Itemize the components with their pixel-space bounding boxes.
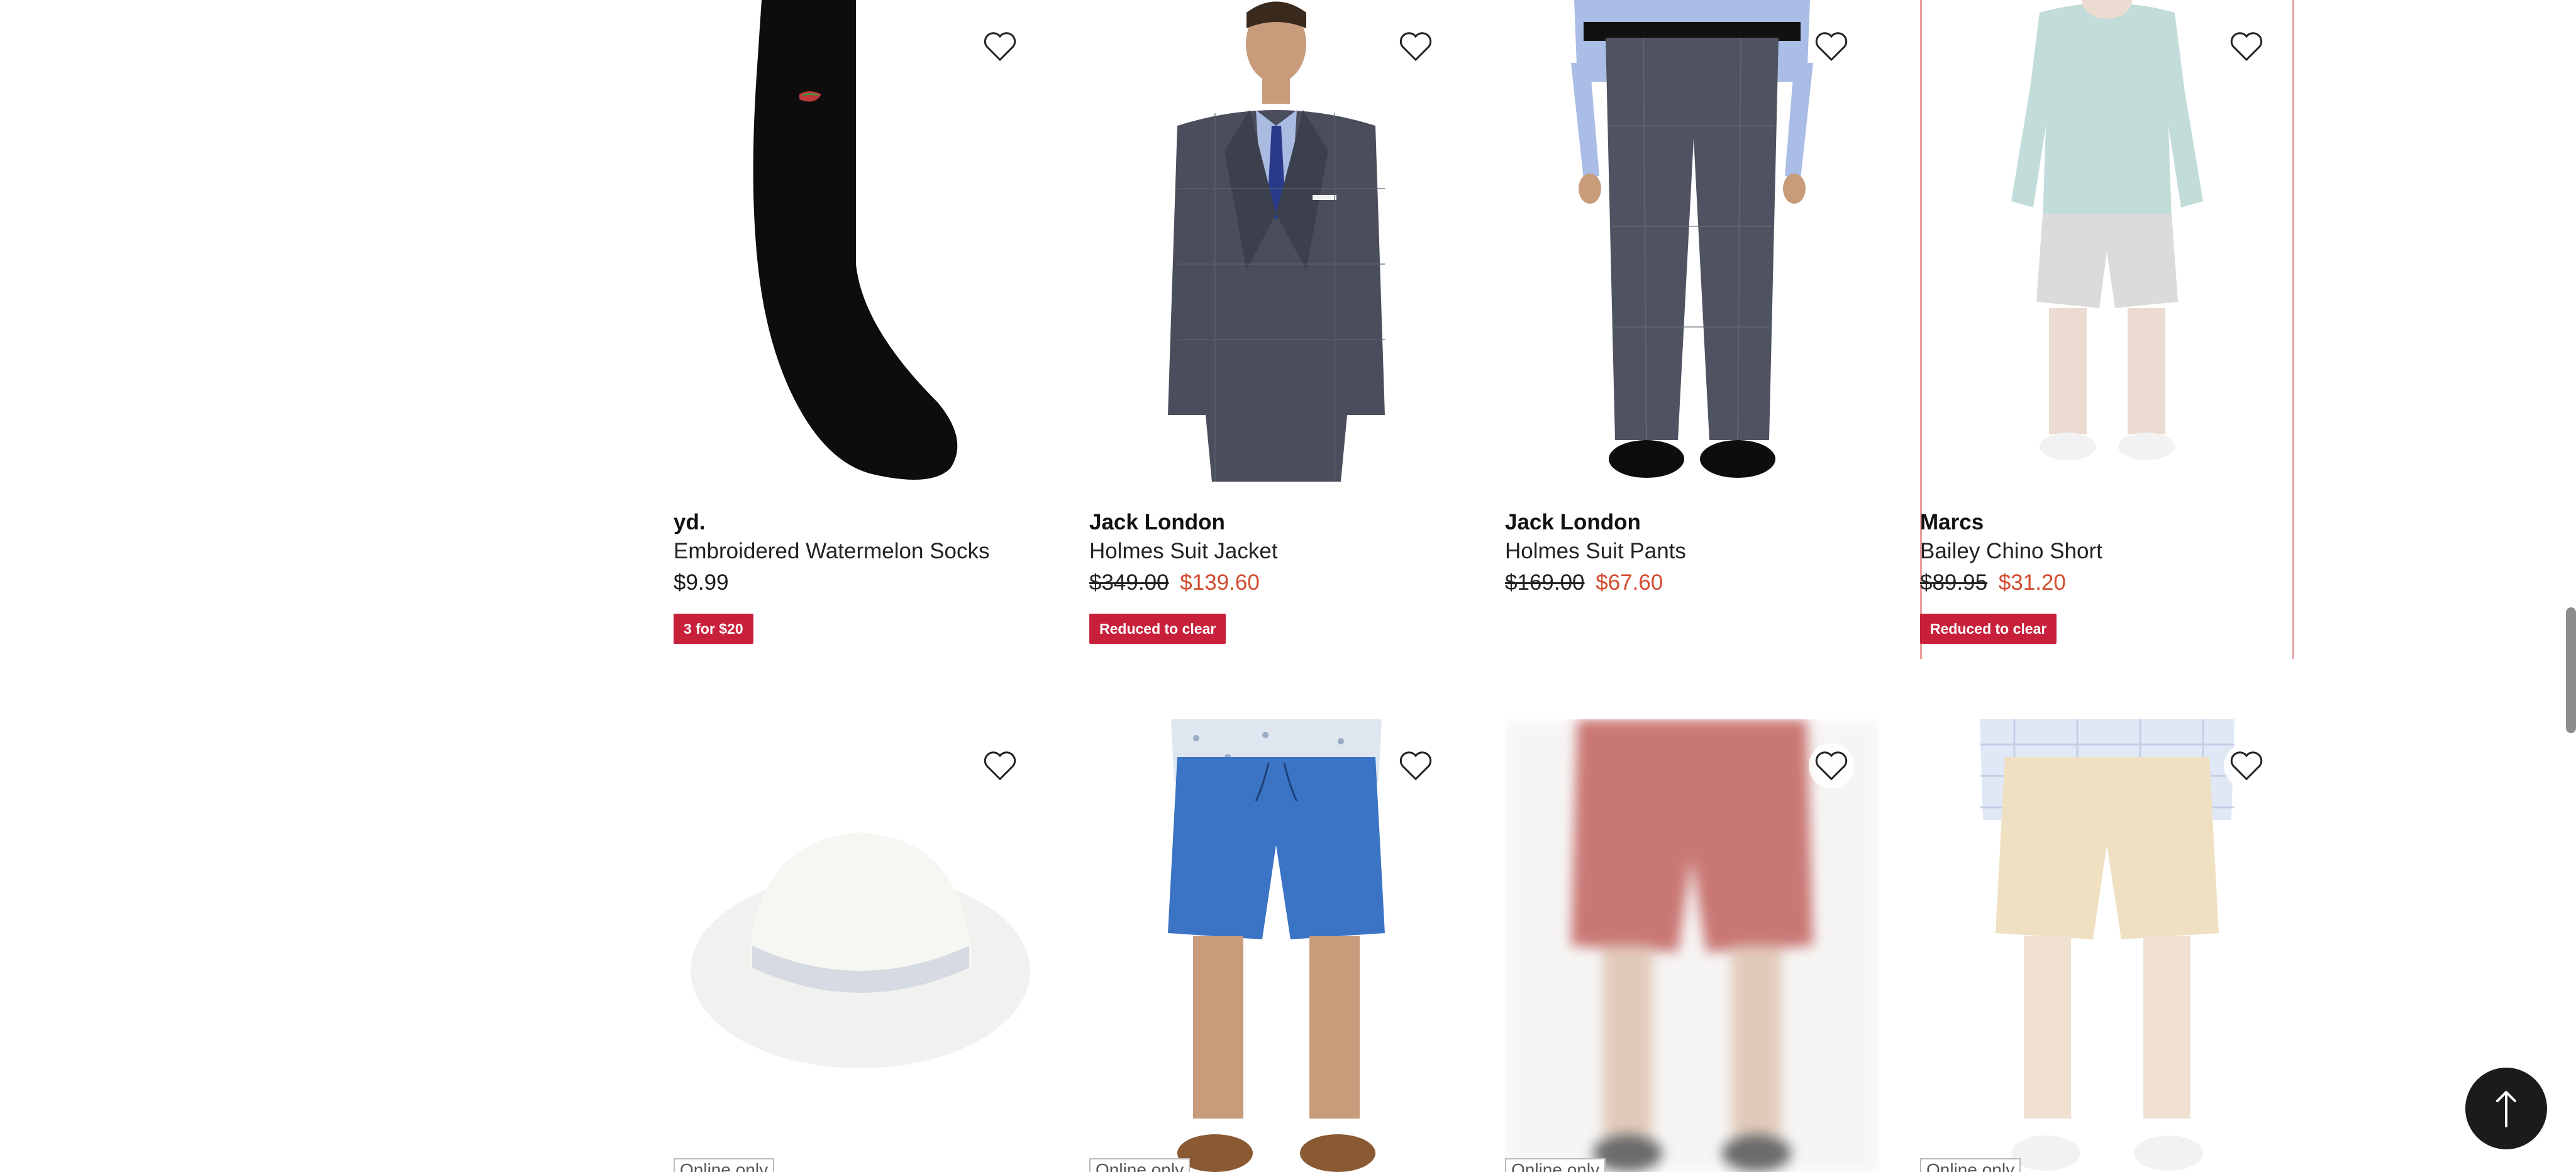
product-price-block: $89.95 $31.20 [1920,567,2294,599]
was-price: $89.95 [1920,570,1988,595]
wishlist-heart-icon[interactable] [977,24,1023,69]
product-brand[interactable]: Jack London [1505,508,1879,537]
wishlist-heart-icon[interactable] [2224,743,2269,788]
promo-badge: 3 for $20 [674,614,753,644]
sale-price: $67.60 [1596,570,1663,595]
product-info: Marcs Bailey Chino Short $89.95 $31.20 R… [1920,508,2294,644]
chino-short-image [2011,0,2203,460]
product-card[interactable]: Online only [1920,719,2294,1172]
wishlist-heart-icon[interactable] [1809,24,1854,69]
product-price-block: $9.99 [674,567,1048,599]
product-card[interactable]: Marcs Bailey Chino Short $89.95 $31.20 R… [1920,0,2294,659]
blue-shorts-image [1168,719,1385,1172]
product-brand[interactable]: yd. [674,508,1048,537]
product-price: $9.99 [674,570,729,595]
product-brand[interactable]: Jack London [1089,508,1463,537]
product-image[interactable] [674,0,1048,482]
product-card[interactable]: Jack London Holmes Suit Jacket $349.00 $… [1089,0,1463,659]
wishlist-heart-icon[interactable] [1809,743,1854,788]
wishlist-heart-icon[interactable] [2224,24,2269,69]
product-image[interactable] [1089,0,1463,482]
product-brand[interactable]: Marcs [1920,508,2294,537]
arrow-up-icon [2496,1091,2516,1127]
product-image[interactable] [1920,0,2294,482]
back-to-top-button[interactable] [2465,1068,2547,1149]
product-listing-page: yd. Embroidered Watermelon Socks $9.99 3… [0,0,2576,1172]
suit-pants-image [1571,0,1813,478]
online-only-tag: Online only [674,1158,775,1172]
product-price-block: $169.00 $67.60 [1505,567,1879,599]
wishlist-heart-icon[interactable] [1393,743,1438,788]
product-card[interactable]: Jack London Holmes Suit Pants $169.00 $6… [1505,0,1879,659]
product-name[interactable]: Holmes Suit Jacket [1089,537,1463,566]
product-card[interactable]: Online only [674,719,1048,1172]
product-image[interactable] [1505,719,1879,1172]
product-image[interactable] [1505,0,1879,482]
suit-jacket-image [1168,1,1385,482]
product-name[interactable]: Bailey Chino Short [1920,537,2294,566]
online-only-tag: Online only [1089,1158,1191,1172]
product-image[interactable] [674,719,1048,1172]
beige-shorts-image [1980,719,2235,1171]
sale-price: $139.60 [1180,570,1260,595]
product-image[interactable] [1089,719,1463,1172]
product-name[interactable]: Embroidered Watermelon Socks [674,537,1048,566]
sale-price: $31.20 [1998,570,2066,595]
product-info: Jack London Holmes Suit Pants $169.00 $6… [1505,508,1879,599]
online-only-tag: Online only [1920,1158,2021,1172]
product-card[interactable]: Online only [1089,719,1463,1172]
wishlist-heart-icon[interactable] [1393,24,1438,69]
sock-image [753,0,958,480]
promo-badge: Reduced to clear [1920,614,2057,644]
product-card[interactable]: Online only [1505,719,1879,1172]
promo-badge: Reduced to clear [1089,614,1226,644]
product-info: Jack London Holmes Suit Jacket $349.00 $… [1089,508,1463,644]
product-price-block: $349.00 $139.60 [1089,567,1463,599]
product-card[interactable]: yd. Embroidered Watermelon Socks $9.99 3… [674,0,1048,659]
product-info: yd. Embroidered Watermelon Socks $9.99 3… [674,508,1048,644]
was-price: $169.00 [1505,570,1585,595]
product-image[interactable] [1920,719,2294,1172]
online-only-tag: Online only [1505,1158,1606,1172]
scrollbar-thumb[interactable] [2566,607,2576,733]
product-name[interactable]: Holmes Suit Pants [1505,537,1879,566]
red-shorts-image [1505,719,1879,1172]
wishlist-heart-icon[interactable] [977,743,1023,788]
was-price: $349.00 [1089,570,1169,595]
fedora-hat-image [691,832,1030,1068]
